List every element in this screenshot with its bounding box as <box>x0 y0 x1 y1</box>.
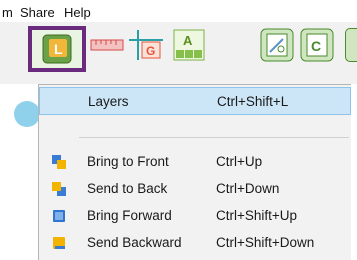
menu-item-send-backward[interactable]: Send Backward Ctrl+Shift+Down <box>39 229 351 257</box>
svg-text:A: A <box>183 33 193 48</box>
menu-separator <box>79 137 349 138</box>
layers-button[interactable]: L <box>28 26 86 72</box>
menu-item-shortcut: Ctrl+Shift+Down <box>216 235 315 250</box>
grid-icon: G <box>129 30 163 60</box>
menu-item-label: Send Backward <box>87 235 182 250</box>
menu-share[interactable]: Share <box>20 5 55 20</box>
bring-to-front-icon <box>52 155 66 169</box>
menu-bar: m Share Help <box>0 0 357 22</box>
menu-item-shortcut: Ctrl+Shift+Up <box>216 208 298 223</box>
menu-item-send-to-back[interactable]: Send to Back Ctrl+Down <box>39 175 351 203</box>
crop-icon: C <box>300 28 334 62</box>
arrange-menu: Layers Ctrl+Shift+L Bring to Front Ctrl+… <box>38 84 351 260</box>
menu-item-label: Bring Forward <box>87 208 172 223</box>
canvas-shape <box>14 101 40 127</box>
svg-text:C: C <box>311 38 321 54</box>
bring-forward-icon <box>53 210 65 222</box>
menu-item-label: Send to Back <box>87 181 168 196</box>
menu-item-bring-to-front[interactable]: Bring to Front Ctrl+Up <box>39 148 351 176</box>
toolbar: L G A C <box>0 22 357 84</box>
menu-help[interactable]: Help <box>64 5 91 20</box>
align-icon: A <box>173 29 205 61</box>
send-backward-icon <box>53 237 65 249</box>
menu-item-layers[interactable]: Layers Ctrl+Shift+L <box>39 87 351 115</box>
menu-item-shortcut: Ctrl+Down <box>216 181 280 196</box>
crop-button[interactable]: C <box>300 28 334 62</box>
menu-item-label: Bring to Front <box>87 154 169 169</box>
menu-item-partial[interactable]: m <box>2 5 13 20</box>
toolbar-button-partial[interactable] <box>345 28 357 62</box>
layers-icon: L <box>42 34 72 64</box>
svg-text:L: L <box>54 41 63 57</box>
edit-image-icon <box>260 28 294 62</box>
ruler-button[interactable] <box>90 30 124 60</box>
ruler-icon <box>90 39 124 51</box>
menu-item-bring-forward[interactable]: Bring Forward Ctrl+Shift+Up <box>39 202 351 230</box>
svg-text:G: G <box>146 44 155 58</box>
menu-item-shortcut: Ctrl+Up <box>216 154 263 169</box>
menu-item-shortcut: Ctrl+Shift+L <box>217 94 289 109</box>
menu-item-label: Layers <box>88 94 129 109</box>
send-to-back-icon <box>52 182 66 196</box>
align-button[interactable]: A <box>172 28 206 62</box>
edit-image-button[interactable] <box>260 28 294 62</box>
grid-button[interactable]: G <box>128 28 164 62</box>
